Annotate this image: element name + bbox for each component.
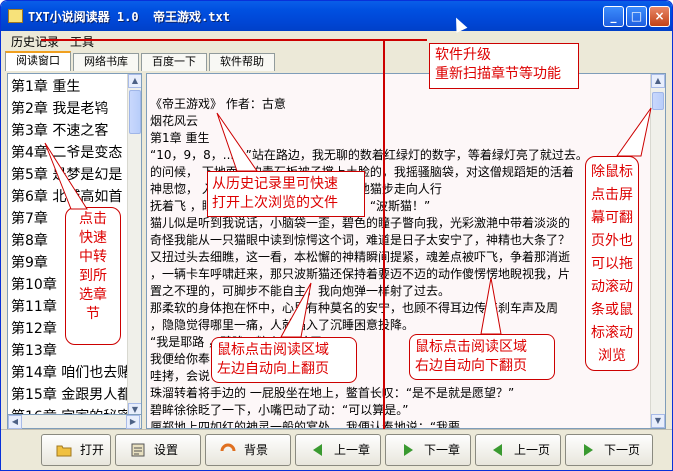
callout-chapters-text: 点击 快速 中转 到所 选章 节 <box>79 211 107 322</box>
chapter-item[interactable]: 第14章 咱们也去赌 <box>11 362 131 384</box>
reader-scroll-up-icon[interactable]: ▲ <box>651 74 665 88</box>
tab-online-library[interactable]: 网络书库 <box>73 53 139 71</box>
reader-text-line: 奇怪我能从一只猫眼中读到惊愕这个词，难道是日子太安宁了，神精也大条了？ <box>150 233 571 247</box>
tab-baidu[interactable]: 百度一下 <box>141 53 207 71</box>
scroll-left-arrow-icon[interactable]: ◀ <box>8 415 22 429</box>
reader-text-line: 碧眸徐徐眨了一下，小嘴巴动了动：“可以算是。” <box>150 403 409 417</box>
callout-page-up-tail <box>280 282 312 338</box>
next-chapter-button[interactable]: 下一章 <box>385 434 471 466</box>
tab-help[interactable]: 软件帮助 <box>209 53 275 71</box>
maximize-button[interactable]: □ <box>626 6 647 27</box>
callout-chapters: 点击 快速 中转 到所 选章 节 <box>65 207 121 345</box>
folder-icon <box>56 445 72 457</box>
scroll-up-arrow-icon[interactable]: ▲ <box>128 74 141 88</box>
minimize-button[interactable]: _ <box>603 6 624 27</box>
chapter-item[interactable]: 第1章 重生 <box>11 76 80 98</box>
callout-page-down-text: 鼠标点击阅读区域 右边自动向下翻页 <box>415 339 527 374</box>
chapter-scrollbar[interactable]: ▲ ▼ <box>127 74 141 417</box>
app-window: TXT小说阅读器 1.0 帝王游戏.txt _ □ × 历史记录 工具 阅读窗口… <box>0 0 673 471</box>
settings-icon <box>131 443 145 457</box>
prev-page-button[interactable]: 上一页 <box>475 434 561 466</box>
callout-history-text: 从历史记录里可快速 打开上次浏览的文件 <box>212 176 338 211</box>
open-button[interactable]: 打开 <box>41 434 111 466</box>
reader-text-line: 烟花风云 <box>150 114 199 128</box>
callout-history: 从历史记录里可快速 打开上次浏览的文件 <box>207 171 365 217</box>
chapter-item[interactable]: 第12章 <box>11 318 57 340</box>
window-title: TXT小说阅读器 1.0 帝王游戏.txt <box>28 10 230 24</box>
callout-page-up-text: 鼠标点击阅读区域 左边自动向上翻页 <box>217 342 329 377</box>
chapter-item[interactable]: 第7章 <box>11 208 48 230</box>
scroll-thumb[interactable] <box>129 90 141 134</box>
chapter-item[interactable]: 第15章 金跟男人都 <box>11 384 131 406</box>
app-icon <box>8 9 23 23</box>
reader-text-line: 又扭过头去细瞧，这一看，本松懈的神精瞬间提紧，魂差点被吓飞，争着那消逝 <box>150 250 571 264</box>
callout-history-tail <box>216 112 258 172</box>
callout-scroll-tail <box>616 107 652 157</box>
annotation-line-divider <box>383 41 385 429</box>
settings-button[interactable]: 设置 <box>115 434 201 466</box>
close-button[interactable]: × <box>649 6 670 27</box>
chapter-item[interactable]: 第8章 <box>11 230 48 252</box>
callout-page-down-tail <box>480 277 502 335</box>
callout-scroll: 除鼠标 点击屏 幕可翻 页外也 可以拖 动滚动 条或鼠 标滚动 浏览 <box>585 156 639 371</box>
chapter-item[interactable]: 第11章 <box>11 296 57 318</box>
callout-upgrade: 软件升级 重新扫描章节等功能 <box>429 43 579 89</box>
reader-text-line: 厘郑地上四如红的神灵一般的宴处， 我便认奉地说：“我要 <box>150 420 461 429</box>
reader-text-line: 第1章 重生 <box>150 131 210 145</box>
callout-scroll-text: 除鼠标 点击屏 幕可翻 页外也 可以拖 动滚动 条或鼠 标滚动 浏览 <box>591 164 633 364</box>
chapter-item[interactable]: 第10章 <box>11 274 57 296</box>
prev-chapter-button[interactable]: 上一章 <box>295 434 381 466</box>
prev-chapter-icon <box>313 444 322 456</box>
callout-upgrade-text: 软件升级 重新扫描章节等功能 <box>435 47 561 82</box>
callout-page-down: 鼠标点击阅读区域 右边自动向下翻页 <box>409 334 555 380</box>
chapter-item[interactable]: 第9章 <box>11 252 48 274</box>
reader-text-line: 珠溜转着将手边的 一屁股坐在地上，鳖首长叹：“是不是就是愿望？” <box>150 386 515 400</box>
background-button[interactable]: 背景 <box>205 434 291 466</box>
chapter-item[interactable]: 第3章 不速之客 <box>11 120 108 142</box>
chapter-item[interactable]: 第2章 我是老鸨 <box>11 98 108 120</box>
menu-history[interactable]: 历史记录 <box>11 33 59 50</box>
tab-reading-window[interactable]: 阅读窗口 <box>5 51 71 71</box>
next-page-icon <box>584 444 593 456</box>
callout-chapters-tail <box>44 142 88 210</box>
background-icon <box>220 443 236 452</box>
chapter-hscrollbar[interactable]: ◀ ▶ <box>7 414 142 429</box>
next-chapter-icon <box>404 444 413 456</box>
title-bar[interactable]: TXT小说阅读器 1.0 帝王游戏.txt _ □ × <box>1 1 672 31</box>
annotation-line-menu <box>41 39 427 41</box>
prev-page-icon <box>493 444 502 456</box>
bottom-toolbar: 打开 设置 背景 上一章 下一章 上一页 下一页 <box>1 429 672 470</box>
chapter-item[interactable]: 第13章 <box>11 340 57 362</box>
menu-tools[interactable]: 工具 <box>70 33 94 50</box>
callout-page-up: 鼠标点击阅读区域 左边自动向上翻页 <box>211 337 357 383</box>
scroll-right-arrow-icon[interactable]: ▶ <box>126 415 140 429</box>
next-page-button[interactable]: 下一页 <box>565 434 653 466</box>
reader-scroll-down-icon[interactable]: ▼ <box>651 414 665 428</box>
reader-text-line: 猫儿似是听到我说话，小脑袋一歪，碧色的瞳子瞥向我，光彩激滟中带着淡淡的 <box>150 216 571 230</box>
reader-text-line: 我便给你奉 <box>150 352 211 366</box>
